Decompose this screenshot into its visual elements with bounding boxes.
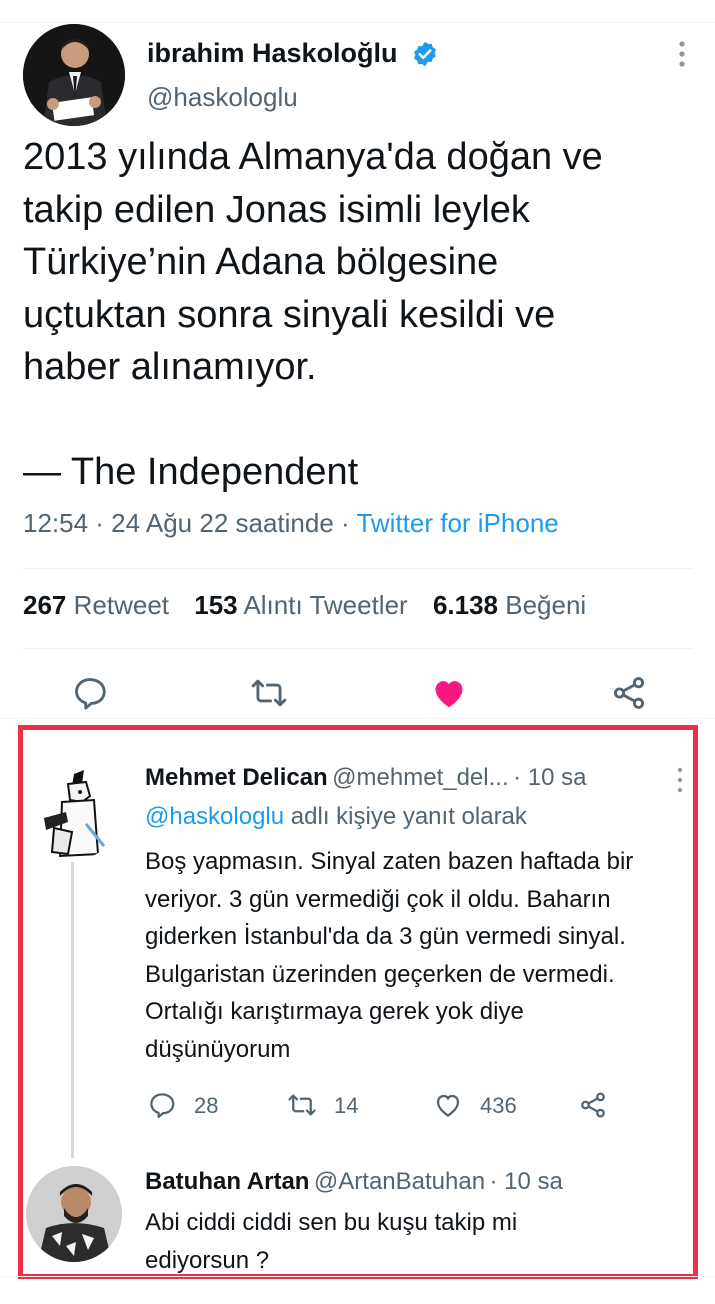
reply-author-handle[interactable]: @ArtanBatuhan [314, 1168, 485, 1195]
retweet-count: 14 [334, 1093, 359, 1118]
divider [23, 648, 693, 649]
reply-avatar[interactable] [24, 762, 122, 860]
heart-icon[interactable] [433, 1090, 463, 1120]
divider [23, 568, 693, 569]
more-options-icon[interactable] [672, 40, 692, 68]
reply-more-icon[interactable] [676, 766, 684, 794]
reply-to-label: adlı kişiye yanıt olarak [284, 803, 527, 830]
tweet-source-link[interactable]: Twitter for iPhone [356, 508, 558, 538]
retweet-icon[interactable] [287, 1090, 317, 1120]
reply-count: 28 [194, 1093, 219, 1118]
share-icon[interactable] [578, 1090, 608, 1120]
retweet-count[interactable]: 267 [23, 590, 66, 620]
retweet-label[interactable]: Retweet [74, 590, 169, 620]
verified-badge-icon [411, 40, 439, 68]
author-name[interactable]: ibrahim Haskoloğlu [147, 38, 398, 69]
replying-to: @haskologlu adlı kişiye yanıt olarak [145, 803, 527, 831]
like-label[interactable]: Beğeni [505, 590, 586, 620]
reply-author-name[interactable]: Batuhan Artan [145, 1168, 309, 1195]
reply-text: Boş yapmasın. Sinyal zaten bazen haftada… [145, 848, 634, 1063]
tweet-stats: 267 Retweet 153 Alıntı Tweetler 6.138 Be… [23, 590, 586, 621]
reply-header: Mehmet Delican @mehmet_del... · 10 sa [145, 764, 586, 792]
quote-count[interactable]: 153 [194, 590, 237, 620]
reply-icon[interactable] [71, 674, 109, 712]
share-icon[interactable] [610, 674, 648, 712]
reply-time[interactable]: · 10 sa [513, 764, 586, 791]
retweet-icon[interactable] [250, 674, 288, 712]
reply-author-handle[interactable]: @mehmet_del... [332, 764, 508, 791]
like-count[interactable]: 6.138 [433, 590, 498, 620]
reply-text: Abi ciddi ciddi sen bu kuşu takip mi edi… [145, 1209, 518, 1274]
tweet-timestamp[interactable]: 12:54 · 24 Ağu 22 saatinde · [23, 508, 356, 538]
tweet-meta: 12:54 · 24 Ağu 22 saatinde · Twitter for… [23, 508, 559, 539]
reply-to-mention[interactable]: @haskologlu [145, 803, 284, 830]
author-handle[interactable]: @haskologlu [147, 82, 298, 113]
quote-label[interactable]: Alıntı Tweetler [243, 590, 407, 620]
heart-filled-icon[interactable] [430, 674, 468, 712]
reply-header: Batuhan Artan @ArtanBatuhan · 10 sa [145, 1168, 563, 1196]
tweet-text: 2013 yılında Almanya'da doğan ve takip e… [23, 136, 603, 493]
like-count: 436 [480, 1093, 517, 1118]
divider [0, 718, 715, 719]
thread-line [71, 862, 74, 1158]
top-divider [0, 22, 715, 23]
reply-time[interactable]: · 10 sa [490, 1168, 563, 1195]
bottom-divider [0, 1276, 715, 1277]
reply-avatar[interactable] [26, 1166, 122, 1262]
reply-author-name[interactable]: Mehmet Delican [145, 764, 328, 791]
reply-icon[interactable] [147, 1090, 177, 1120]
author-avatar[interactable] [23, 24, 125, 126]
